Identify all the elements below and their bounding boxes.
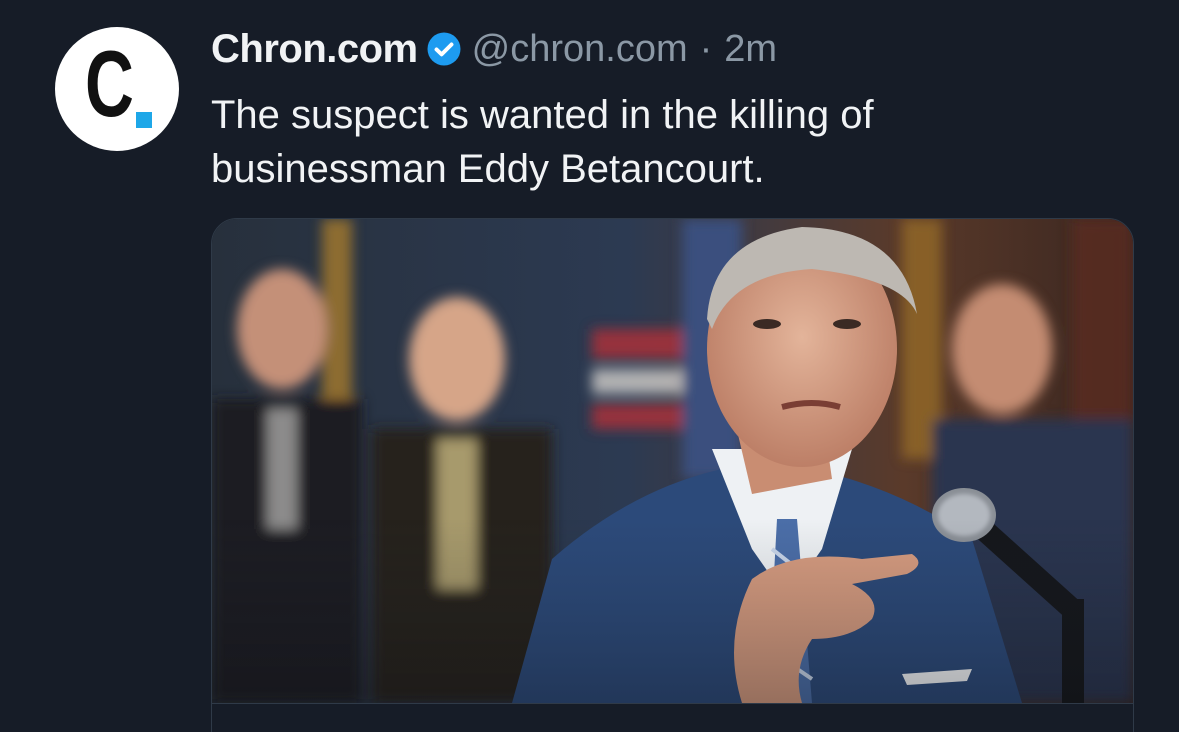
post[interactable]: C Chron.com @chron.com · 2m The suspect …	[0, 0, 1179, 732]
avatar-logo-letter: C	[85, 31, 134, 136]
author-display-name[interactable]: Chron.com	[211, 27, 418, 72]
verified-badge-icon	[427, 32, 461, 66]
post-header: Chron.com @chron.com · 2m	[211, 24, 777, 74]
header-separator: ·	[699, 27, 713, 70]
media-card-footer	[212, 703, 1133, 732]
media-card[interactable]	[211, 218, 1134, 732]
post-timestamp[interactable]: 2m	[724, 28, 777, 71]
post-photo[interactable]	[212, 219, 1133, 703]
post-text: The suspect is wanted in the killing of …	[211, 93, 874, 191]
author-handle[interactable]: @chron.com	[472, 28, 688, 71]
avatar-logo-dot	[136, 112, 152, 128]
avatar[interactable]: C	[55, 27, 179, 151]
